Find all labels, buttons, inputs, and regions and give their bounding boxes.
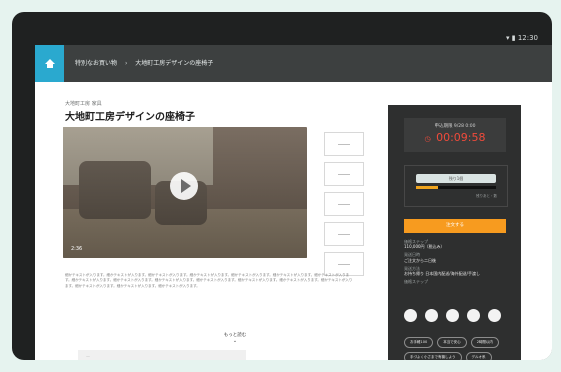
category-line: 大地町工房 家具 — [65, 101, 102, 107]
breadcrumb-item-special-shopping[interactable]: 特別なお買い物 — [75, 60, 117, 67]
countdown-box: 申込期限 9/28 0:00 ◷ 00:09:58 — [404, 118, 506, 152]
breadcrumb: 特別なお買い物 › 大地町工房デザインの座椅子 — [75, 58, 213, 67]
product-video[interactable]: 2:36 — [63, 127, 307, 258]
battery-icon: ▮ — [511, 34, 516, 42]
wifi-icon: ▾ — [505, 34, 510, 42]
thumbnail-placeholder — [338, 143, 350, 145]
swatches-label: 価格ステップ — [404, 279, 428, 285]
thumbnail-3[interactable] — [324, 192, 364, 216]
device-frame: ▾ ▮ 12:30 特別なお買い物 › 大地町工房デザインの座椅子 大地町工房 … — [12, 12, 552, 360]
option-swatch[interactable] — [425, 309, 438, 322]
thumbnail-placeholder — [338, 263, 350, 265]
thumbnail-placeholder — [338, 233, 350, 235]
option-swatch[interactable] — [488, 309, 501, 322]
app-screen: 特別なお買い物 › 大地町工房デザインの座椅子 大地町工房 家具 大地町工房デザ… — [35, 45, 552, 360]
timer-icon: ◷ — [424, 135, 431, 143]
countdown-value: 00:09:58 — [436, 131, 486, 144]
product-title: 大地町工房デザインの座椅子 — [65, 112, 195, 123]
option-swatches — [404, 309, 514, 322]
breadcrumb-separator: › — [124, 60, 128, 67]
lower-info-placeholder: — — [86, 354, 90, 359]
home-icon — [44, 58, 55, 69]
tag-item[interactable]: 本当で安心 — [437, 337, 467, 348]
thumbnail-1[interactable] — [324, 132, 364, 156]
thumbnail-4[interactable] — [324, 222, 364, 246]
product-description: 細かテキストが入ります。細かテキストが入ります。細かテキストが入ります。細かテキ… — [65, 273, 353, 288]
chevron-down-icon: ⌄ — [232, 338, 238, 344]
lower-info-box: — — [78, 350, 246, 360]
progress-bar — [416, 186, 496, 189]
progress-fill — [416, 186, 439, 189]
purchase-sidebar: 申込期限 9/28 0:00 ◷ 00:09:58 残り1個 残りあと・数 注文… — [388, 105, 521, 360]
top-navigation: 特別なお買い物 › 大地町工房デザインの座椅子 — [35, 45, 552, 82]
tag-item[interactable]: デルオ系 — [465, 352, 492, 360]
status-bar: ▾ ▮ 12:30 — [506, 34, 538, 42]
breadcrumb-item-product[interactable]: 大地町工房デザインの座椅子 — [135, 60, 213, 67]
option-swatch[interactable] — [446, 309, 459, 322]
thumbnail-placeholder — [338, 173, 350, 175]
purchase-info: 価格ステップ 110,000円（税込み） 発送日時 ご注文から二日後 発送方法 … — [404, 239, 514, 284]
remaining-button[interactable]: 残り1個 — [416, 174, 496, 183]
tag-item[interactable]: 手づよく小さまで有機しよう — [404, 352, 462, 360]
deadline-label: 申込期限 9/28 0:00 — [434, 124, 476, 129]
video-time: 2:36 — [71, 246, 83, 252]
read-more-button[interactable]: もっと読む ⌄ — [210, 332, 260, 344]
option-swatch[interactable] — [467, 309, 480, 322]
stock-progress: 残り1個 残りあと・数 — [404, 165, 508, 207]
play-icon — [180, 179, 191, 193]
order-button[interactable]: 注文する — [404, 219, 506, 233]
thumbnail-placeholder — [338, 203, 350, 205]
progress-text: 残りあと・数 — [476, 194, 497, 198]
tag-item[interactable]: 2時間以内 — [470, 337, 499, 348]
home-button[interactable] — [35, 45, 64, 82]
thumbnail-2[interactable] — [324, 162, 364, 186]
tag-list: お手軽100 本当で安心 2時間以内 手づよく小さまで有機しよう デルオ系 — [404, 337, 516, 360]
play-button[interactable] — [170, 172, 198, 200]
status-time: 12:30 — [517, 34, 538, 42]
countdown-timer: ◷ 00:09:58 — [404, 131, 506, 144]
tag-item[interactable]: お手軽100 — [404, 337, 434, 348]
thumbnail-list — [324, 132, 364, 282]
option-swatch[interactable] — [404, 309, 417, 322]
